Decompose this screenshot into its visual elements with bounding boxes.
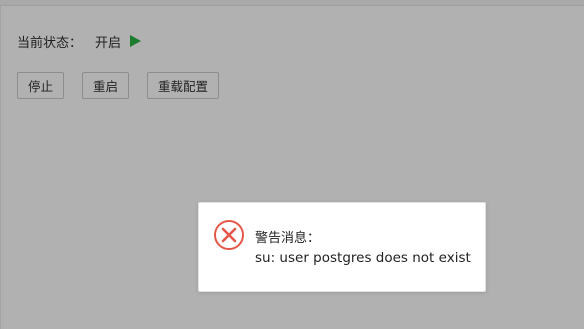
stop-button[interactable]: 停止 [17,72,65,99]
status-value: 开启 [95,35,122,51]
error-icon [213,219,245,251]
status-label: 当前状态： [17,35,83,51]
alert-dialog: 警告消息： su: user postgres does not exist [198,202,486,292]
alert-message: su: user postgres does not exist [255,250,471,266]
status-row: 当前状态： 开启 [17,31,142,51]
reload-config-button[interactable]: 重载配置 [147,72,220,99]
restart-button[interactable]: 重启 [82,72,130,99]
action-buttons: 停止 重启 重载配置 [17,72,220,99]
alert-title: 警告消息： [255,231,321,246]
play-icon [130,35,142,47]
top-border [0,0,584,6]
left-border [0,6,1,329]
